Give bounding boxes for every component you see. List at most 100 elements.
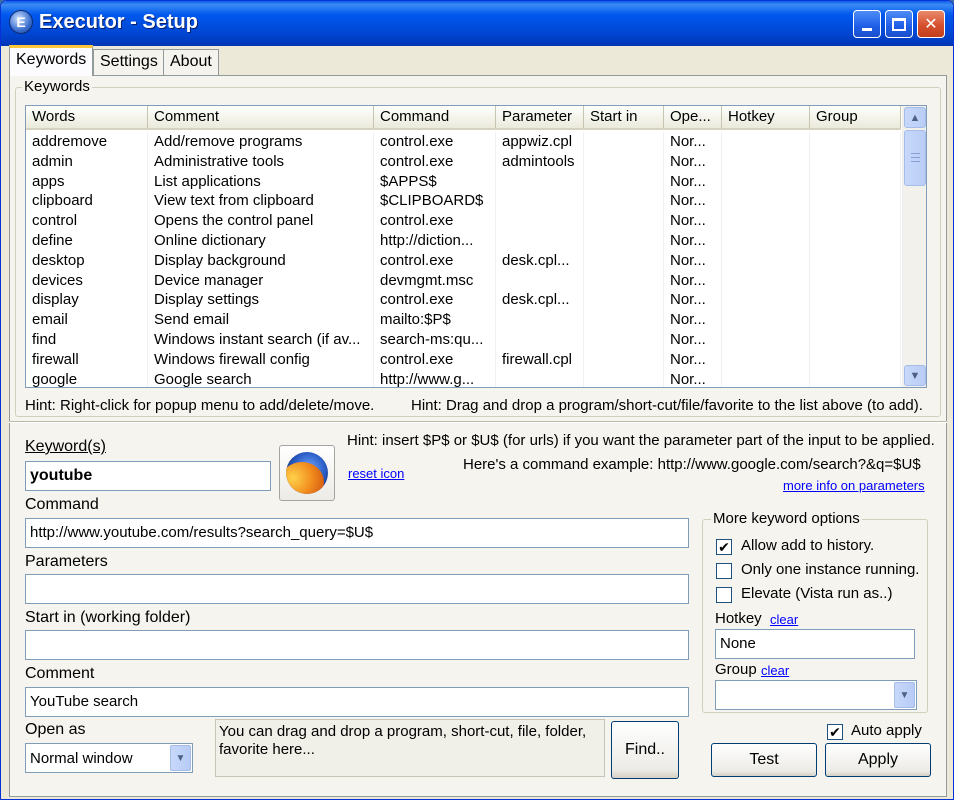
- list-header: Words Comment Command Parameter Start in…: [26, 106, 901, 130]
- chevron-down-icon: ▼: [175, 752, 186, 764]
- cell-start-in: [584, 211, 664, 231]
- list-row[interactable]: display Display settings control.exe desk.c…: [26, 290, 901, 311]
- list-row[interactable]: addremove Add/remove programs control.exe a…: [26, 132, 901, 152]
- comment-input[interactable]: YouTube search: [25, 687, 689, 717]
- open-as-select[interactable]: Normal window ▼: [25, 743, 193, 773]
- cell-group: [810, 132, 901, 152]
- list-row[interactable]: devices Device manager devmgmt.msc Nor...: [26, 270, 901, 291]
- title-bar[interactable]: E Executor - Setup ✕: [1, 1, 953, 46]
- cell-start-in: [584, 171, 664, 192]
- hotkey-label: Hotkey: [715, 610, 762, 627]
- list-vertical-scrollbar[interactable]: ▲ ▼: [902, 106, 926, 387]
- drop-zone-text: You can drag and drop a program, short-c…: [219, 723, 587, 758]
- open-as-dropdown-button[interactable]: ▼: [170, 745, 191, 771]
- cell-open-as: Nor...: [664, 349, 722, 370]
- list-row[interactable]: clipboard View text from clipboard $CLIPBO…: [26, 191, 901, 212]
- allow-history-checkbox[interactable]: ✔: [716, 539, 732, 555]
- cell-parameter: appwiz.cpl: [496, 132, 584, 152]
- elevate-checkbox[interactable]: [716, 587, 732, 603]
- test-button[interactable]: Test: [711, 743, 817, 777]
- list-row[interactable]: apps List applications $APPS$ Nor...: [26, 171, 901, 192]
- cell-word: devices: [26, 270, 148, 291]
- hint-drag-drop: Hint: Drag and drop a program/short-cut/…: [411, 397, 923, 414]
- cell-open-as: Nor...: [664, 211, 722, 231]
- maximize-button[interactable]: [885, 10, 913, 38]
- auto-apply-checkbox[interactable]: ✔: [827, 724, 843, 740]
- cell-start-in: [584, 250, 664, 271]
- chevron-down-icon: ▼: [899, 689, 910, 701]
- cell-command: control.exe: [374, 132, 496, 152]
- cell-hotkey: [722, 310, 810, 330]
- list-body: addremove Add/remove programs control.exe a…: [26, 132, 901, 387]
- cell-parameter: [496, 329, 584, 350]
- group-clear-link[interactable]: clear: [761, 663, 789, 678]
- cell-word: display: [26, 290, 148, 311]
- cell-group: [810, 329, 901, 350]
- reset-icon-link[interactable]: reset icon: [348, 466, 404, 481]
- list-row[interactable]: desktop Display background control.exe desk…: [26, 250, 901, 271]
- cell-hotkey: [722, 171, 810, 192]
- keywords-list[interactable]: Words Comment Command Parameter Start in…: [25, 105, 927, 388]
- column-header-start-in[interactable]: Start in: [584, 106, 664, 128]
- column-header-hotkey[interactable]: Hotkey: [722, 106, 810, 128]
- cell-open-as: Nor...: [664, 290, 722, 311]
- cell-parameter: [496, 211, 584, 231]
- column-header-group[interactable]: Group: [810, 106, 901, 128]
- column-header-open-as[interactable]: Ope...: [664, 106, 722, 128]
- more-info-parameters-link[interactable]: more info on parameters: [783, 478, 925, 493]
- list-row[interactable]: control Opens the control panel control.ex…: [26, 211, 901, 231]
- cell-comment: Windows firewall config: [148, 349, 374, 370]
- hotkey-clear-link[interactable]: clear: [770, 612, 798, 627]
- only-one-instance-label: Only one instance running.: [741, 561, 920, 578]
- list-row[interactable]: email Send email mailto:$P$ Nor...: [26, 310, 901, 330]
- scroll-down-button[interactable]: ▼: [904, 365, 926, 386]
- group-dropdown-button[interactable]: ▼: [894, 682, 915, 708]
- cell-group: [810, 151, 901, 172]
- only-one-instance-checkbox[interactable]: [716, 563, 732, 579]
- cell-start-in: [584, 230, 664, 251]
- list-row[interactable]: google Google search http://www.g... Nor...: [26, 369, 901, 387]
- cell-parameter: desk.cpl...: [496, 250, 584, 271]
- apply-button[interactable]: Apply: [825, 743, 931, 777]
- close-button[interactable]: ✕: [917, 10, 945, 38]
- more-options-label: More keyword options: [711, 510, 862, 527]
- list-row[interactable]: admin Administrative tools control.exe admi…: [26, 151, 901, 172]
- cell-parameter: admintools: [496, 151, 584, 172]
- hotkey-input[interactable]: None: [715, 629, 915, 659]
- hint-right-click: Hint: Right-click for popup menu to add/…: [25, 397, 375, 414]
- minimize-button[interactable]: [853, 10, 881, 38]
- cell-word: google: [26, 369, 148, 387]
- cell-word: desktop: [26, 250, 148, 271]
- tab-keywords[interactable]: Keywords: [9, 45, 94, 76]
- minimize-icon: [862, 27, 872, 31]
- list-row[interactable]: firewall Windows firewall config control.e…: [26, 349, 901, 370]
- parameters-input[interactable]: [25, 574, 689, 604]
- group-select[interactable]: ▼: [715, 680, 917, 710]
- keyword-input[interactable]: youtube: [25, 461, 271, 491]
- start-in-input[interactable]: [25, 630, 689, 660]
- find-button[interactable]: Find..: [611, 721, 679, 779]
- scroll-up-button[interactable]: ▲: [904, 107, 926, 128]
- keyword-icon-button[interactable]: [279, 445, 335, 501]
- cell-start-in: [584, 329, 664, 350]
- column-header-command[interactable]: Command: [374, 106, 496, 128]
- drop-zone[interactable]: You can drag and drop a program, short-c…: [215, 719, 605, 777]
- cell-hotkey: [722, 369, 810, 387]
- cell-open-as: Nor...: [664, 329, 722, 350]
- column-header-parameter[interactable]: Parameter: [496, 106, 584, 128]
- maximize-icon: [892, 17, 906, 31]
- cell-group: [810, 211, 901, 231]
- tab-settings[interactable]: Settings: [93, 49, 165, 76]
- column-header-comment[interactable]: Comment: [148, 106, 374, 128]
- open-as-value: Normal window: [30, 750, 133, 767]
- column-header-words[interactable]: Words: [26, 106, 148, 128]
- cell-command: control.exe: [374, 290, 496, 311]
- list-row[interactable]: define Online dictionary http://diction...…: [26, 230, 901, 251]
- grip-line: [911, 157, 920, 158]
- hint-command-example: Here's a command example: http://www.goo…: [463, 456, 921, 473]
- tab-about[interactable]: About: [163, 49, 219, 76]
- command-input[interactable]: http://www.youtube.com/results?search_qu…: [25, 518, 689, 548]
- scroll-thumb[interactable]: [904, 130, 926, 186]
- list-row[interactable]: find Windows instant search (if av... sear…: [26, 329, 901, 350]
- auto-apply-label: Auto apply: [851, 722, 922, 739]
